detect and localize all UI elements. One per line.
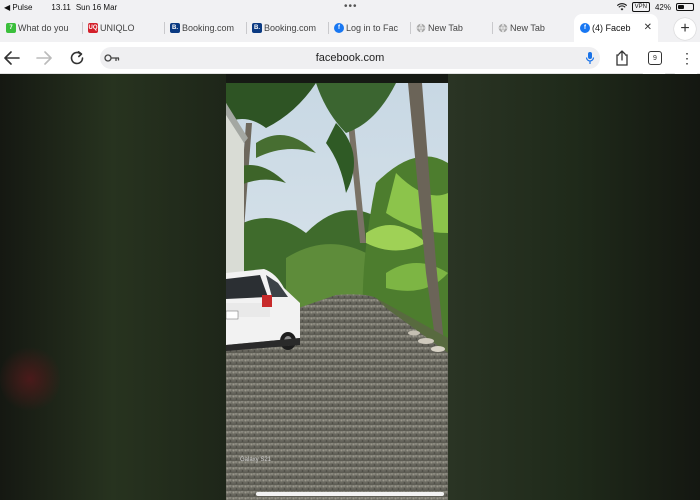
- tab[interactable]: 7 What do you: [0, 14, 82, 42]
- url-text[interactable]: facebook.com: [316, 52, 384, 64]
- tab-title: New Tab: [428, 23, 463, 33]
- reload-button[interactable]: [66, 47, 88, 69]
- share-button[interactable]: [611, 47, 633, 69]
- browser-toolbar: facebook.com 9 ⋮: [0, 42, 700, 74]
- arrow-right-icon: [36, 51, 52, 65]
- address-bar[interactable]: facebook.com: [100, 47, 600, 69]
- key-icon[interactable]: [104, 52, 120, 64]
- back-to-app-link[interactable]: ◀ Pulse: [4, 3, 32, 12]
- uniqlo-favicon-icon: UQ: [88, 23, 98, 33]
- tab[interactable]: f Log in to Fac: [328, 14, 410, 42]
- tab-active[interactable]: f (4) Faceb ✕: [574, 14, 658, 42]
- globe-favicon-icon: [498, 23, 508, 33]
- back-button[interactable]: [1, 47, 23, 69]
- tab[interactable]: New Tab: [492, 14, 574, 42]
- forward-button[interactable]: [33, 47, 55, 69]
- tab-title: (4) Faceb: [592, 23, 631, 33]
- tab-title: New Tab: [510, 23, 545, 33]
- tropical-driveway-photo: [226, 83, 448, 500]
- tab-switcher-button[interactable]: 9: [644, 47, 666, 69]
- leaf-favicon-icon: 7: [6, 23, 16, 33]
- tab[interactable]: New Tab: [410, 14, 492, 42]
- booking-favicon-icon: B.: [170, 23, 180, 33]
- tab-title: What do you: [18, 23, 69, 33]
- home-indicator[interactable]: [256, 492, 444, 496]
- tab[interactable]: UQ UNIQLO: [82, 14, 164, 42]
- close-tab-icon[interactable]: ✕: [644, 22, 652, 33]
- story-photo[interactable]: [226, 83, 448, 500]
- battery-icon: [676, 3, 694, 11]
- share-icon: [616, 50, 628, 66]
- vpn-badge: VPN: [631, 2, 650, 12]
- facebook-favicon-icon: f: [334, 23, 344, 33]
- blurred-background-right: [448, 74, 700, 500]
- multitasking-dots-icon[interactable]: •••: [344, 1, 358, 12]
- new-tab-button[interactable]: +: [674, 18, 696, 40]
- blurred-background-highlight: [0, 344, 60, 414]
- tab-title: Log in to Fac: [346, 23, 399, 33]
- status-bar: ◀ Pulse 13.11 Sun 16 Mar ••• VPN 42%: [0, 0, 700, 14]
- browser-window: ◀ Pulse 13.11 Sun 16 Mar ••• VPN 42% 7 Wh…: [0, 0, 700, 500]
- blurred-background-left: [0, 74, 226, 500]
- arrow-left-icon: [4, 51, 20, 65]
- camera-watermark: Galaxy S21: [240, 457, 272, 463]
- status-time: 13.11: [51, 2, 71, 12]
- reload-icon: [70, 51, 84, 65]
- tab-count: 9: [648, 51, 662, 65]
- globe-favicon-icon: [416, 23, 426, 33]
- microphone-icon[interactable]: [585, 51, 595, 65]
- facebook-favicon-icon: f: [580, 23, 590, 33]
- tab-title: Booking.com: [182, 23, 235, 33]
- plus-icon: +: [680, 20, 690, 37]
- tab[interactable]: B. Booking.com: [164, 14, 246, 42]
- menu-button[interactable]: ⋮: [676, 47, 698, 69]
- tab-title: Booking.com: [264, 23, 317, 33]
- wifi-icon: [616, 3, 627, 11]
- battery-percent: 42%: [654, 2, 671, 12]
- more-vertical-icon: ⋮: [680, 50, 694, 66]
- tab[interactable]: B. Booking.com: [246, 14, 328, 42]
- tab-title: UNIQLO: [100, 23, 135, 33]
- status-date: Sun 16 Mar: [75, 2, 118, 12]
- booking-favicon-icon: B.: [252, 23, 262, 33]
- tab-bar: 7 What do you UQ UNIQLO B. Booking.com B. Booki…: [0, 14, 700, 42]
